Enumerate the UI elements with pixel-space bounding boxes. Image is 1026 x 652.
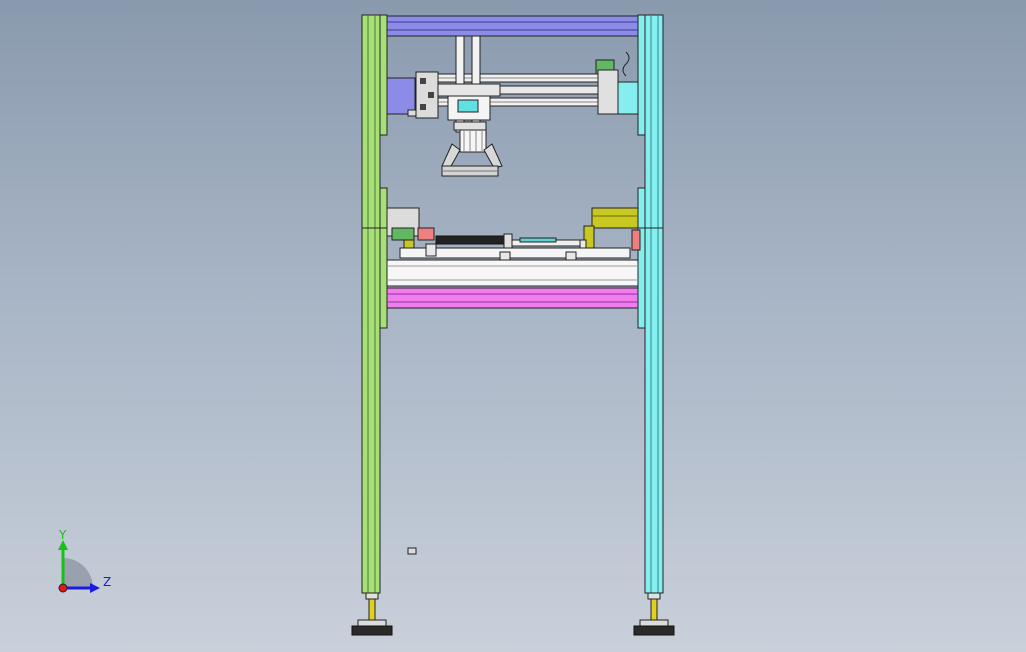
top-crossbeam[interactable] <box>382 15 646 37</box>
z-axis-label: Z <box>103 575 111 589</box>
gripper-head[interactable] <box>441 121 503 177</box>
right-leveling-foot[interactable] <box>633 592 675 636</box>
upper-left-bracket[interactable] <box>386 77 421 117</box>
cad-viewport[interactable]: Y Z <box>0 0 1026 652</box>
lower-connector[interactable] <box>407 547 417 555</box>
z-axis-carriage[interactable] <box>415 35 501 133</box>
z-axis-arrowhead-icon <box>90 583 100 593</box>
right-column[interactable] <box>637 14 664 594</box>
lower-crossbeam[interactable] <box>386 287 639 309</box>
lower-base-plate[interactable] <box>386 259 639 287</box>
view-orientation-arc-icon <box>63 558 93 588</box>
x-axis-origin-icon <box>58 583 68 593</box>
left-leveling-foot[interactable] <box>351 592 393 636</box>
coordinate-triad[interactable]: Y Z <box>40 528 130 608</box>
left-column[interactable] <box>361 14 388 594</box>
assembly-front-view[interactable] <box>0 0 1026 652</box>
y-axis-label: Y <box>58 528 67 542</box>
